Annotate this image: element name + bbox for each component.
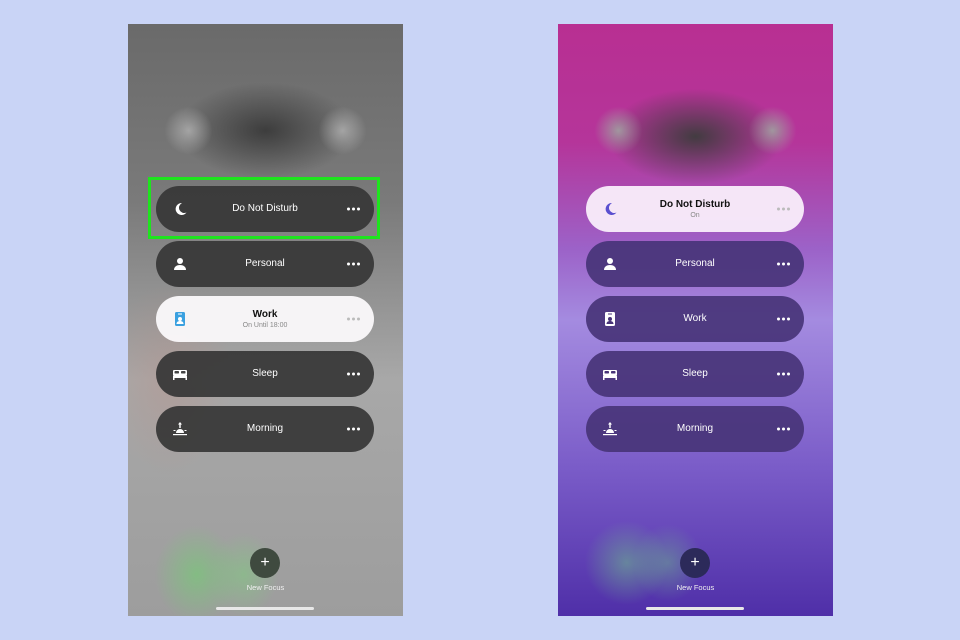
focus-list: Do Not Disturb On Personal Work Sleep Mo… — [586, 186, 804, 461]
home-indicator[interactable] — [646, 607, 744, 610]
home-indicator[interactable] — [216, 607, 314, 610]
focus-item-do-not-disturb[interactable]: Do Not Disturb On — [586, 186, 804, 232]
sunrise-icon — [602, 421, 618, 437]
more-options-button[interactable] — [777, 262, 790, 266]
more-options-button[interactable] — [777, 317, 790, 321]
focus-item-morning[interactable]: Morning — [156, 406, 374, 452]
focus-label: Morning — [246, 423, 284, 434]
plus-icon: + — [260, 554, 270, 571]
focus-label: Personal — [245, 258, 285, 269]
more-options-button[interactable] — [777, 372, 790, 376]
more-options-button[interactable] — [777, 207, 790, 211]
highlight-box — [148, 177, 380, 239]
focus-label: Morning — [676, 423, 714, 434]
more-options-button[interactable] — [347, 372, 360, 376]
focus-label: Sleep — [252, 368, 278, 379]
focus-item-personal[interactable]: Personal — [156, 241, 374, 287]
focus-item-sleep[interactable]: Sleep — [156, 351, 374, 397]
focus-item-work[interactable]: Work — [586, 296, 804, 342]
person-icon — [602, 256, 618, 272]
bed-icon — [172, 366, 188, 382]
focus-label: Do Not Disturb — [659, 198, 731, 210]
focus-item-morning[interactable]: Morning — [586, 406, 804, 452]
focus-status: On — [690, 211, 700, 219]
focus-item-personal[interactable]: Personal — [586, 241, 804, 287]
new-focus-button[interactable]: + — [250, 548, 280, 578]
new-focus-button[interactable]: + — [680, 548, 710, 578]
sunrise-icon — [172, 421, 188, 437]
phone-screenshot-left: Do Not Disturb Personal Work On Until 18… — [128, 24, 403, 616]
new-focus-label: New Focus — [246, 583, 285, 592]
person-icon — [172, 256, 188, 272]
moon-icon — [602, 201, 618, 217]
more-options-button[interactable] — [347, 262, 360, 266]
phone-screenshot-right: Do Not Disturb On Personal Work Sleep Mo… — [558, 24, 833, 616]
id-badge-icon — [602, 311, 618, 327]
focus-item-work[interactable]: Work On Until 18:00 — [156, 296, 374, 342]
focus-label: Sleep — [682, 368, 708, 379]
focus-label: Work — [683, 313, 707, 324]
new-focus-label: New Focus — [676, 583, 715, 592]
bed-icon — [602, 366, 618, 382]
more-options-button[interactable] — [777, 427, 790, 431]
focus-label: Work — [252, 308, 278, 320]
plus-icon: + — [690, 554, 700, 571]
focus-label: Personal — [675, 258, 715, 269]
focus-status: On Until 18:00 — [242, 321, 288, 329]
more-options-button[interactable] — [347, 427, 360, 431]
more-options-button[interactable] — [347, 317, 360, 321]
id-badge-icon — [172, 311, 188, 327]
focus-item-sleep[interactable]: Sleep — [586, 351, 804, 397]
